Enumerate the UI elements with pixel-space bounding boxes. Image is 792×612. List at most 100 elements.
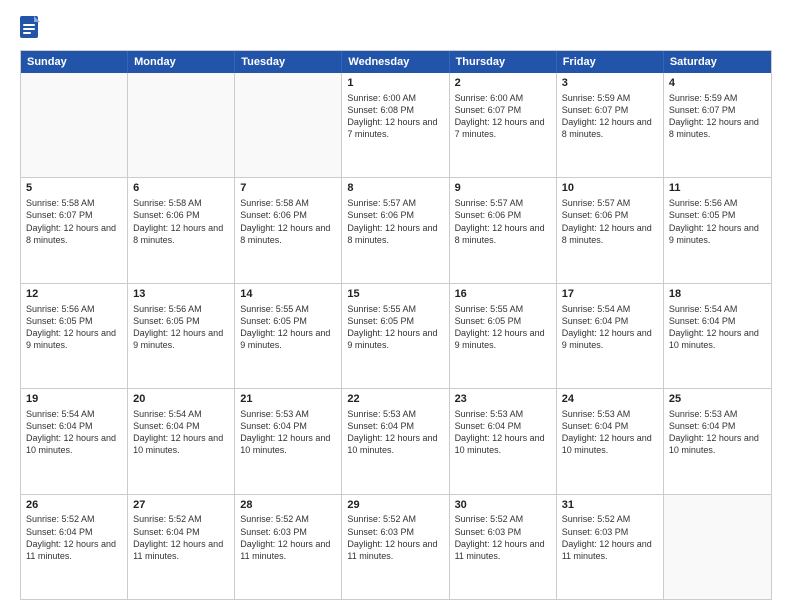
day-number: 31 <box>562 498 658 513</box>
day-number: 19 <box>26 392 122 407</box>
day-cell-24: 24Sunrise: 5:53 AM Sunset: 6:04 PM Dayli… <box>557 389 664 493</box>
day-cell-22: 22 Sunrise: 5:53 AM Sunset: 6:04 PM Dayli… <box>342 389 449 493</box>
calendar-body: 1 Sunrise: 6:00 AM Sunset: 6:08 PM Daylig… <box>21 73 771 599</box>
day-number: 14 <box>240 287 336 302</box>
day-number: 16 <box>455 287 551 302</box>
weekday-header-tuesday: Tuesday <box>235 51 342 73</box>
day-number: 26 <box>26 498 122 513</box>
day-cell-25: 25 Sunrise: 5:53 AM Sunset: 6:04 PM Dayli… <box>664 389 771 493</box>
day-info: Sunrise: 5:59 AM Sunset: 6:07 PM Dayligh… <box>562 93 652 139</box>
day-number: 27 <box>133 498 229 513</box>
logo-icon <box>20 16 40 40</box>
day-number: 5 <box>26 181 122 196</box>
day-info: Sunrise: 5:55 AM Sunset: 6:05 PM Dayligh… <box>347 304 437 350</box>
day-info: Sunrise: 5:56 AM Sunset: 6:05 PM Dayligh… <box>133 304 223 350</box>
day-number: 2 <box>455 76 551 91</box>
day-number: 12 <box>26 287 122 302</box>
empty-cell-0-2 <box>235 73 342 177</box>
calendar-row-4: 26Sunrise: 5:52 AM Sunset: 6:04 PM Dayli… <box>21 495 771 599</box>
day-number: 17 <box>562 287 658 302</box>
day-number: 18 <box>669 287 766 302</box>
day-info: Sunrise: 5:58 AM Sunset: 6:06 PM Dayligh… <box>133 198 223 244</box>
empty-cell-4-6 <box>664 495 771 599</box>
day-number: 25 <box>669 392 766 407</box>
day-cell-31: 31Sunrise: 5:52 AM Sunset: 6:03 PM Dayli… <box>557 495 664 599</box>
day-cell-3: 3 Sunrise: 5:59 AM Sunset: 6:07 PM Daylig… <box>557 73 664 177</box>
weekday-header-monday: Monday <box>128 51 235 73</box>
day-number: 11 <box>669 181 766 196</box>
weekday-header-saturday: Saturday <box>664 51 771 73</box>
day-cell-26: 26Sunrise: 5:52 AM Sunset: 6:04 PM Dayli… <box>21 495 128 599</box>
day-cell-17: 17 Sunrise: 5:54 AM Sunset: 6:04 PM Dayli… <box>557 284 664 388</box>
calendar-page: SundayMondayTuesdayWednesdayThursdayFrid… <box>0 0 792 612</box>
day-info: Sunrise: 5:54 AM Sunset: 6:04 PM Dayligh… <box>562 304 652 350</box>
day-cell-5: 5 Sunrise: 5:58 AM Sunset: 6:07 PM Daylig… <box>21 178 128 282</box>
day-number: 30 <box>455 498 551 513</box>
day-info: Sunrise: 5:53 AM Sunset: 6:04 PM Dayligh… <box>347 409 437 455</box>
day-number: 1 <box>347 76 443 91</box>
day-info: Sunrise: 5:54 AM Sunset: 6:04 PM Dayligh… <box>669 304 759 350</box>
day-info: Sunrise: 5:52 AM Sunset: 6:03 PM Dayligh… <box>240 514 330 560</box>
day-number: 24 <box>562 392 658 407</box>
day-number: 15 <box>347 287 443 302</box>
header <box>20 16 772 40</box>
day-number: 6 <box>133 181 229 196</box>
day-info: Sunrise: 5:53 AM Sunset: 6:04 PM Dayligh… <box>455 409 545 455</box>
calendar-header: SundayMondayTuesdayWednesdayThursdayFrid… <box>21 51 771 73</box>
day-cell-8: 8 Sunrise: 5:57 AM Sunset: 6:06 PM Daylig… <box>342 178 449 282</box>
day-info: Sunrise: 5:55 AM Sunset: 6:05 PM Dayligh… <box>455 304 545 350</box>
day-number: 23 <box>455 392 551 407</box>
day-cell-20: 20Sunrise: 5:54 AM Sunset: 6:04 PM Dayli… <box>128 389 235 493</box>
day-info: Sunrise: 5:57 AM Sunset: 6:06 PM Dayligh… <box>347 198 437 244</box>
day-info: Sunrise: 5:54 AM Sunset: 6:04 PM Dayligh… <box>133 409 223 455</box>
day-cell-23: 23 Sunrise: 5:53 AM Sunset: 6:04 PM Dayli… <box>450 389 557 493</box>
day-number: 10 <box>562 181 658 196</box>
weekday-header-friday: Friday <box>557 51 664 73</box>
day-number: 29 <box>347 498 443 513</box>
day-cell-4: 4Sunrise: 5:59 AM Sunset: 6:07 PM Daylig… <box>664 73 771 177</box>
day-cell-12: 12 Sunrise: 5:56 AM Sunset: 6:05 PM Dayli… <box>21 284 128 388</box>
day-cell-18: 18 Sunrise: 5:54 AM Sunset: 6:04 PM Dayli… <box>664 284 771 388</box>
logo <box>20 16 44 40</box>
day-info: Sunrise: 5:58 AM Sunset: 6:06 PM Dayligh… <box>240 198 330 244</box>
weekday-header-wednesday: Wednesday <box>342 51 449 73</box>
day-info: Sunrise: 6:00 AM Sunset: 6:07 PM Dayligh… <box>455 93 545 139</box>
day-cell-27: 27Sunrise: 5:52 AM Sunset: 6:04 PM Dayli… <box>128 495 235 599</box>
day-info: Sunrise: 5:56 AM Sunset: 6:05 PM Dayligh… <box>669 198 759 244</box>
day-cell-9: 9Sunrise: 5:57 AM Sunset: 6:06 PM Daylig… <box>450 178 557 282</box>
day-info: Sunrise: 5:52 AM Sunset: 6:04 PM Dayligh… <box>26 514 116 560</box>
day-info: Sunrise: 5:53 AM Sunset: 6:04 PM Dayligh… <box>240 409 330 455</box>
day-cell-7: 7 Sunrise: 5:58 AM Sunset: 6:06 PM Daylig… <box>235 178 342 282</box>
day-info: Sunrise: 5:55 AM Sunset: 6:05 PM Dayligh… <box>240 304 330 350</box>
day-number: 9 <box>455 181 551 196</box>
calendar-row-0: 1 Sunrise: 6:00 AM Sunset: 6:08 PM Daylig… <box>21 73 771 178</box>
day-cell-19: 19 Sunrise: 5:54 AM Sunset: 6:04 PM Dayli… <box>21 389 128 493</box>
calendar-row-2: 12 Sunrise: 5:56 AM Sunset: 6:05 PM Dayli… <box>21 284 771 389</box>
day-number: 13 <box>133 287 229 302</box>
day-info: Sunrise: 5:52 AM Sunset: 6:03 PM Dayligh… <box>455 514 545 560</box>
day-cell-1: 1 Sunrise: 6:00 AM Sunset: 6:08 PM Daylig… <box>342 73 449 177</box>
day-info: Sunrise: 5:54 AM Sunset: 6:04 PM Dayligh… <box>26 409 116 455</box>
calendar: SundayMondayTuesdayWednesdayThursdayFrid… <box>20 50 772 600</box>
day-cell-16: 16 Sunrise: 5:55 AM Sunset: 6:05 PM Dayli… <box>450 284 557 388</box>
day-info: Sunrise: 6:00 AM Sunset: 6:08 PM Dayligh… <box>347 93 437 139</box>
empty-cell-0-1 <box>128 73 235 177</box>
day-number: 8 <box>347 181 443 196</box>
day-info: Sunrise: 5:52 AM Sunset: 6:03 PM Dayligh… <box>347 514 437 560</box>
calendar-row-3: 19 Sunrise: 5:54 AM Sunset: 6:04 PM Dayli… <box>21 389 771 494</box>
day-cell-30: 30Sunrise: 5:52 AM Sunset: 6:03 PM Dayli… <box>450 495 557 599</box>
day-info: Sunrise: 5:58 AM Sunset: 6:07 PM Dayligh… <box>26 198 116 244</box>
day-cell-15: 15 Sunrise: 5:55 AM Sunset: 6:05 PM Dayli… <box>342 284 449 388</box>
day-cell-10: 10Sunrise: 5:57 AM Sunset: 6:06 PM Dayli… <box>557 178 664 282</box>
day-info: Sunrise: 5:53 AM Sunset: 6:04 PM Dayligh… <box>669 409 759 455</box>
day-info: Sunrise: 5:56 AM Sunset: 6:05 PM Dayligh… <box>26 304 116 350</box>
day-cell-29: 29Sunrise: 5:52 AM Sunset: 6:03 PM Dayli… <box>342 495 449 599</box>
day-cell-11: 11 Sunrise: 5:56 AM Sunset: 6:05 PM Dayli… <box>664 178 771 282</box>
day-info: Sunrise: 5:52 AM Sunset: 6:04 PM Dayligh… <box>133 514 223 560</box>
day-number: 22 <box>347 392 443 407</box>
day-number: 7 <box>240 181 336 196</box>
day-cell-14: 14 Sunrise: 5:55 AM Sunset: 6:05 PM Dayli… <box>235 284 342 388</box>
day-number: 3 <box>562 76 658 91</box>
weekday-header-sunday: Sunday <box>21 51 128 73</box>
day-info: Sunrise: 5:52 AM Sunset: 6:03 PM Dayligh… <box>562 514 652 560</box>
